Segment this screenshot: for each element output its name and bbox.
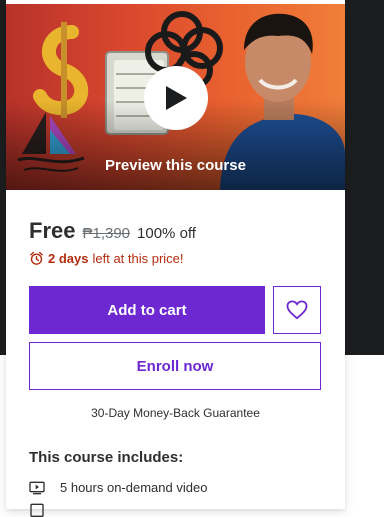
add-to-cart-button[interactable]: Add to cart [29, 286, 265, 334]
alarm-clock-icon [30, 251, 43, 265]
enroll-now-button[interactable]: Enroll now [29, 342, 321, 390]
include-item-label: 5 hours on-demand video [60, 480, 208, 495]
course-purchase-card: Preview this course Free ₱1,390 100% off… [6, 0, 345, 517]
includes-heading: This course includes: [29, 449, 184, 466]
wishlist-button[interactable] [273, 286, 321, 334]
video-icon [29, 481, 45, 494]
play-button[interactable] [144, 66, 208, 130]
preview-course-label: Preview this course [105, 157, 246, 174]
price-timer: 2 days left at this price! [29, 251, 184, 266]
play-icon [166, 86, 187, 110]
heart-icon [286, 300, 308, 320]
timer-text: left at this price! [92, 251, 184, 266]
include-item-video: 5 hours on-demand video [29, 480, 207, 495]
current-price: Free [29, 218, 76, 243]
money-back-guarantee: 30-Day Money-Back Guarantee [91, 406, 260, 420]
course-preview-video[interactable]: Preview this course [6, 4, 345, 190]
discount-percent: 100% off [137, 225, 196, 242]
original-price: ₱1,390 [82, 225, 131, 242]
timer-days: 2 days [48, 251, 89, 266]
include-item-partial [29, 503, 45, 517]
article-icon [30, 503, 44, 517]
price-row: Free ₱1,390 100% off [29, 218, 196, 244]
